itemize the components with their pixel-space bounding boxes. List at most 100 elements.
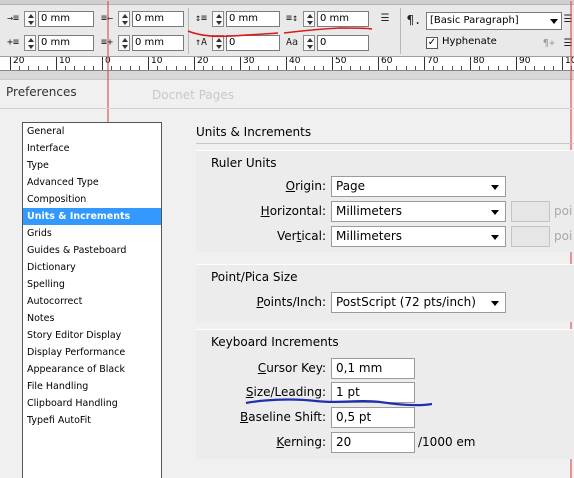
left-indent-last-stepper[interactable]: [24, 35, 36, 51]
ruler-minor-tick: [184, 66, 186, 70]
group-title: Point/Pica Size: [211, 270, 298, 284]
ruler-minor-tick: [405, 66, 407, 70]
ruler-minor-tick: [157, 66, 159, 70]
category-item[interactable]: Units & Increments: [23, 208, 161, 225]
ruler-minor-tick: [221, 66, 223, 70]
horizontal-ruler[interactable]: 20100102030405060708090100: [0, 57, 574, 71]
panel-menu-icon[interactable]: ☰: [562, 12, 574, 28]
space-after-field[interactable]: 0 mm: [317, 11, 369, 27]
category-item[interactable]: Interface: [23, 140, 161, 157]
divider: [0, 108, 574, 109]
paragraph-control-panel: →≡ 0 mm +≡ 0 mm ≡← 0 mm ≡+ 0 mm ↕≡ 0 mm …: [0, 5, 574, 57]
category-item[interactable]: Spelling: [23, 276, 161, 293]
space-before-stepper[interactable]: [212, 11, 224, 27]
ruler-minor-tick: [295, 66, 297, 70]
ruler-minor-tick: [313, 66, 315, 70]
chevron-down-icon: [491, 301, 499, 306]
baseline-shift-label: Baseline Shift:: [239, 410, 326, 424]
ruler-minor-tick: [552, 66, 554, 70]
ruler-minor-tick: [460, 66, 462, 70]
ruler-minor-tick: [341, 66, 343, 70]
ruler-minor-tick: [396, 66, 398, 70]
ruler-mark: 70: [424, 57, 438, 70]
category-item[interactable]: File Handling: [23, 378, 161, 395]
first-line-indent-stepper[interactable]: [118, 11, 130, 27]
vertical-label: Vertical:: [277, 229, 326, 243]
drop-cap-chars-stepper[interactable]: [303, 35, 315, 51]
first-line-indent-field[interactable]: 0 mm: [132, 11, 184, 27]
left-indent-last-field[interactable]: 0 mm: [38, 35, 94, 51]
paragraph-style-new-icon[interactable]: ¶+: [540, 36, 558, 52]
category-item[interactable]: Autocorrect: [23, 293, 161, 310]
hyphenate-label: Hyphenate: [442, 36, 497, 47]
paragraph-style-dropdown[interactable]: [Basic Paragraph]: [426, 12, 562, 30]
category-item[interactable]: Type: [23, 157, 161, 174]
drop-cap-chars-field[interactable]: 0: [317, 35, 369, 51]
divider: [400, 8, 401, 54]
ruler-minor-tick: [212, 66, 214, 70]
category-item[interactable]: Composition: [23, 191, 161, 208]
kerning-label: Kerning:: [276, 435, 326, 449]
left-indent-icon: →≡: [6, 13, 20, 24]
cursor-key-field[interactable]: 0,1 mm: [331, 358, 415, 379]
ruler-minor-tick: [267, 66, 269, 70]
ruler-minor-tick: [230, 66, 232, 70]
ruler-minor-tick: [543, 66, 545, 70]
category-item[interactable]: Appearance of Black: [23, 361, 161, 378]
category-item[interactable]: Display Performance: [23, 344, 161, 361]
category-item[interactable]: Typefi AutoFit: [23, 412, 161, 429]
category-item[interactable]: Clipboard Handling: [23, 395, 161, 412]
baseline-shift-field[interactable]: 0,5 pt: [331, 407, 415, 428]
ruler-minor-tick: [387, 66, 389, 70]
points-per-inch-select[interactable]: PostScript (72 pts/inch): [331, 292, 506, 313]
align-to-grid-icon[interactable]: ☰: [376, 11, 394, 27]
size-leading-label: Size/Leading:: [245, 385, 326, 399]
category-item[interactable]: Story Editor Display: [23, 327, 161, 344]
right-indent-field[interactable]: 0 mm: [132, 35, 184, 51]
category-item[interactable]: Dictionary: [23, 259, 161, 276]
ruler-minor-tick: [451, 66, 453, 70]
right-indent-stepper[interactable]: [118, 35, 130, 51]
ruler-mark: 40: [286, 57, 300, 70]
panel-menu-icon[interactable]: ☰: [562, 36, 574, 52]
left-indent-last-icon: +≡: [6, 37, 20, 48]
ruler-mark: 20: [194, 57, 208, 70]
ruler-minor-tick: [506, 66, 508, 70]
space-before-field[interactable]: 0 mm: [226, 11, 280, 27]
dialog-title: Preferences: [6, 85, 77, 99]
category-item[interactable]: Guides & Pasteboard: [23, 242, 161, 259]
category-list[interactable]: General Interface Type Advanced Type Composi…: [22, 122, 162, 478]
origin-value: Page: [336, 179, 366, 193]
category-item[interactable]: Notes: [23, 310, 161, 327]
ruler-mark: 50: [332, 57, 346, 70]
ruler-minor-tick: [258, 66, 260, 70]
cursor-key-label: Cursor Key:: [257, 361, 326, 375]
space-after-stepper[interactable]: [303, 11, 315, 27]
ruler-mark: 80: [470, 57, 484, 70]
ruler-minor-tick: [111, 66, 113, 70]
space-before-icon: ↕≡: [194, 13, 208, 24]
category-item[interactable]: Grids: [23, 225, 161, 242]
kerning-field[interactable]: 20: [331, 432, 415, 453]
keyboard-increments-group: Keyboard Increments Cursor Key: 0,1 mm S…: [196, 329, 574, 459]
ruler-minor-tick: [138, 66, 140, 70]
left-indent-field[interactable]: 0 mm: [38, 11, 94, 27]
origin-select[interactable]: Page: [331, 176, 506, 197]
vertical-units-select[interactable]: Millimeters: [331, 226, 506, 247]
ruler-minor-tick: [19, 66, 21, 70]
ruler-minor-tick: [46, 66, 48, 70]
size-leading-field[interactable]: 1 pt: [331, 382, 415, 403]
paragraph-style-icon: ¶.: [406, 13, 422, 27]
category-item[interactable]: Advanced Type: [23, 174, 161, 191]
ruler-minor-tick: [497, 66, 499, 70]
left-indent-stepper[interactable]: [24, 11, 36, 27]
paragraph-style-value: [Basic Paragraph]: [430, 15, 519, 26]
drop-cap-lines-stepper[interactable]: [212, 35, 224, 51]
chevron-down-icon: [491, 210, 499, 215]
category-item[interactable]: General: [23, 123, 161, 140]
horizontal-units-select[interactable]: Millimeters: [331, 201, 506, 222]
ruler-minor-tick: [175, 66, 177, 70]
drop-cap-lines-field[interactable]: 0: [226, 35, 280, 51]
divider: [188, 8, 189, 54]
hyphenate-checkbox[interactable]: ✓: [426, 37, 438, 49]
